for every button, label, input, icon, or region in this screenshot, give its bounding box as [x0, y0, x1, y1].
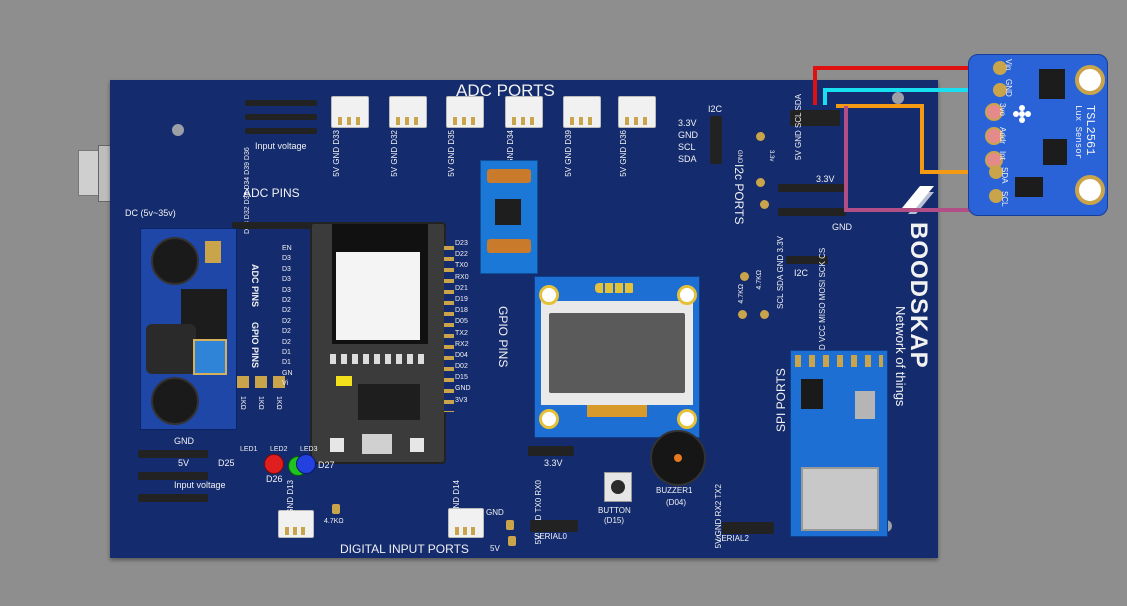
tsl2561-sensor-board: TSL2561 Lux Sensor Vin GND 3vo Addr Int … — [968, 54, 1108, 216]
sensor-pin-int: Int — [998, 151, 1007, 160]
sensor-pin-sda: SDA — [1000, 167, 1009, 184]
sensor-pin-vin: Vin — [1004, 59, 1013, 71]
sensor-pin-scl: SCL — [1000, 191, 1009, 207]
flower-logo-icon — [1013, 105, 1031, 123]
mount-hole — [1075, 65, 1105, 95]
sensor-pin-gnd: GND — [1004, 79, 1013, 97]
sensor-name: TSL2561 — [1083, 105, 1097, 156]
sensor-pin-addr: Addr — [998, 127, 1007, 144]
sensor-wires — [813, 66, 1000, 212]
sensor-subtitle: Lux Sensor — [1073, 105, 1083, 160]
mount-hole — [1075, 175, 1105, 205]
sensor-pin-3vo: 3vo — [998, 103, 1007, 116]
